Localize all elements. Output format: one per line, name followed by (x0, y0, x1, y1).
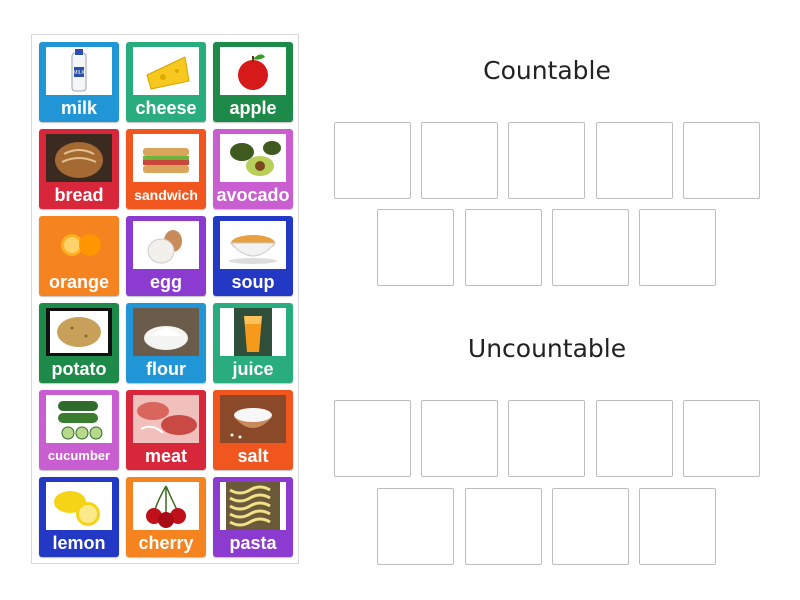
card-label: milk (60, 98, 98, 118)
card-bread[interactable]: bread (39, 129, 119, 209)
milk-bottle-icon: MILK (46, 47, 112, 95)
cherry-icon (133, 482, 199, 530)
drop-slot-uncountable[interactable] (334, 400, 411, 477)
card-cheese[interactable]: cheese (126, 42, 206, 122)
card-cherry[interactable]: cherry (126, 477, 206, 557)
cucumber-icon (46, 395, 112, 443)
card-label: salt (237, 446, 269, 466)
drop-slot-uncountable[interactable] (552, 488, 629, 565)
drop-slot-countable[interactable] (596, 122, 673, 199)
salt-icon (220, 395, 286, 443)
drop-slot-uncountable[interactable] (683, 400, 760, 477)
card-label: lemon (52, 533, 106, 553)
potato-icon (46, 308, 112, 356)
card-label: flour (146, 359, 186, 379)
drop-slot-countable[interactable] (334, 122, 411, 199)
card-label: meat (144, 446, 188, 466)
card-sandwich[interactable]: sandwich (126, 129, 206, 209)
meat-icon (133, 395, 199, 443)
apple-icon (220, 47, 286, 95)
orange-icon (46, 221, 112, 269)
card-soup[interactable]: soup (213, 216, 293, 296)
drop-slot-uncountable[interactable] (639, 488, 716, 565)
avocado-icon (220, 134, 286, 182)
card-label: avocado (216, 185, 290, 205)
card-flour[interactable]: flour (126, 303, 206, 383)
drop-slot-uncountable[interactable] (465, 488, 542, 565)
group-title-uncountable: Uncountable (467, 334, 627, 363)
card-potato[interactable]: potato (39, 303, 119, 383)
drop-slot-countable[interactable] (377, 209, 454, 286)
cheese-icon (133, 47, 199, 95)
pasta-icon (220, 482, 286, 530)
drop-slot-uncountable[interactable] (377, 488, 454, 565)
card-cucumber[interactable]: cucumber (39, 390, 119, 470)
svg-text:MILK: MILK (73, 70, 85, 76)
card-milk[interactable]: MILK milk (39, 42, 119, 122)
card-label: pasta (229, 533, 277, 553)
card-apple[interactable]: apple (213, 42, 293, 122)
drop-slot-countable[interactable] (508, 122, 585, 199)
drop-slot-countable[interactable] (639, 209, 716, 286)
card-label: potato (51, 359, 107, 379)
card-label: sandwich (134, 187, 198, 203)
card-label: cherry (138, 533, 194, 553)
drop-slot-countable[interactable] (421, 122, 498, 199)
drop-slot-countable[interactable] (465, 209, 542, 286)
card-juice[interactable]: juice (213, 303, 293, 383)
drop-slot-countable[interactable] (683, 122, 760, 199)
card-label: bread (54, 185, 104, 205)
egg-icon (133, 221, 199, 269)
card-meat[interactable]: meat (126, 390, 206, 470)
drop-slot-uncountable[interactable] (596, 400, 673, 477)
card-label: cheese (135, 98, 197, 118)
card-lemon[interactable]: lemon (39, 477, 119, 557)
card-label: apple (229, 98, 277, 118)
drop-slot-uncountable[interactable] (508, 400, 585, 477)
drop-slot-uncountable[interactable] (421, 400, 498, 477)
bread-icon (46, 134, 112, 182)
card-avocado[interactable]: avocado (213, 129, 293, 209)
sandwich-icon (133, 134, 199, 182)
card-egg[interactable]: egg (126, 216, 206, 296)
group-title-countable: Countable (483, 56, 611, 85)
card-bank: MILK milk cheese apple bread sandwich av… (31, 34, 299, 564)
card-pasta[interactable]: pasta (213, 477, 293, 557)
card-orange[interactable]: orange (39, 216, 119, 296)
drop-slot-countable[interactable] (552, 209, 629, 286)
card-label: juice (232, 359, 274, 379)
card-salt[interactable]: salt (213, 390, 293, 470)
card-label: orange (48, 272, 109, 292)
card-label: egg (149, 272, 182, 292)
soup-icon (220, 221, 286, 269)
juice-icon (220, 308, 286, 356)
card-label: cucumber (47, 448, 111, 463)
flour-icon (133, 308, 199, 356)
lemon-icon (46, 482, 112, 530)
card-label: soup (231, 272, 275, 292)
